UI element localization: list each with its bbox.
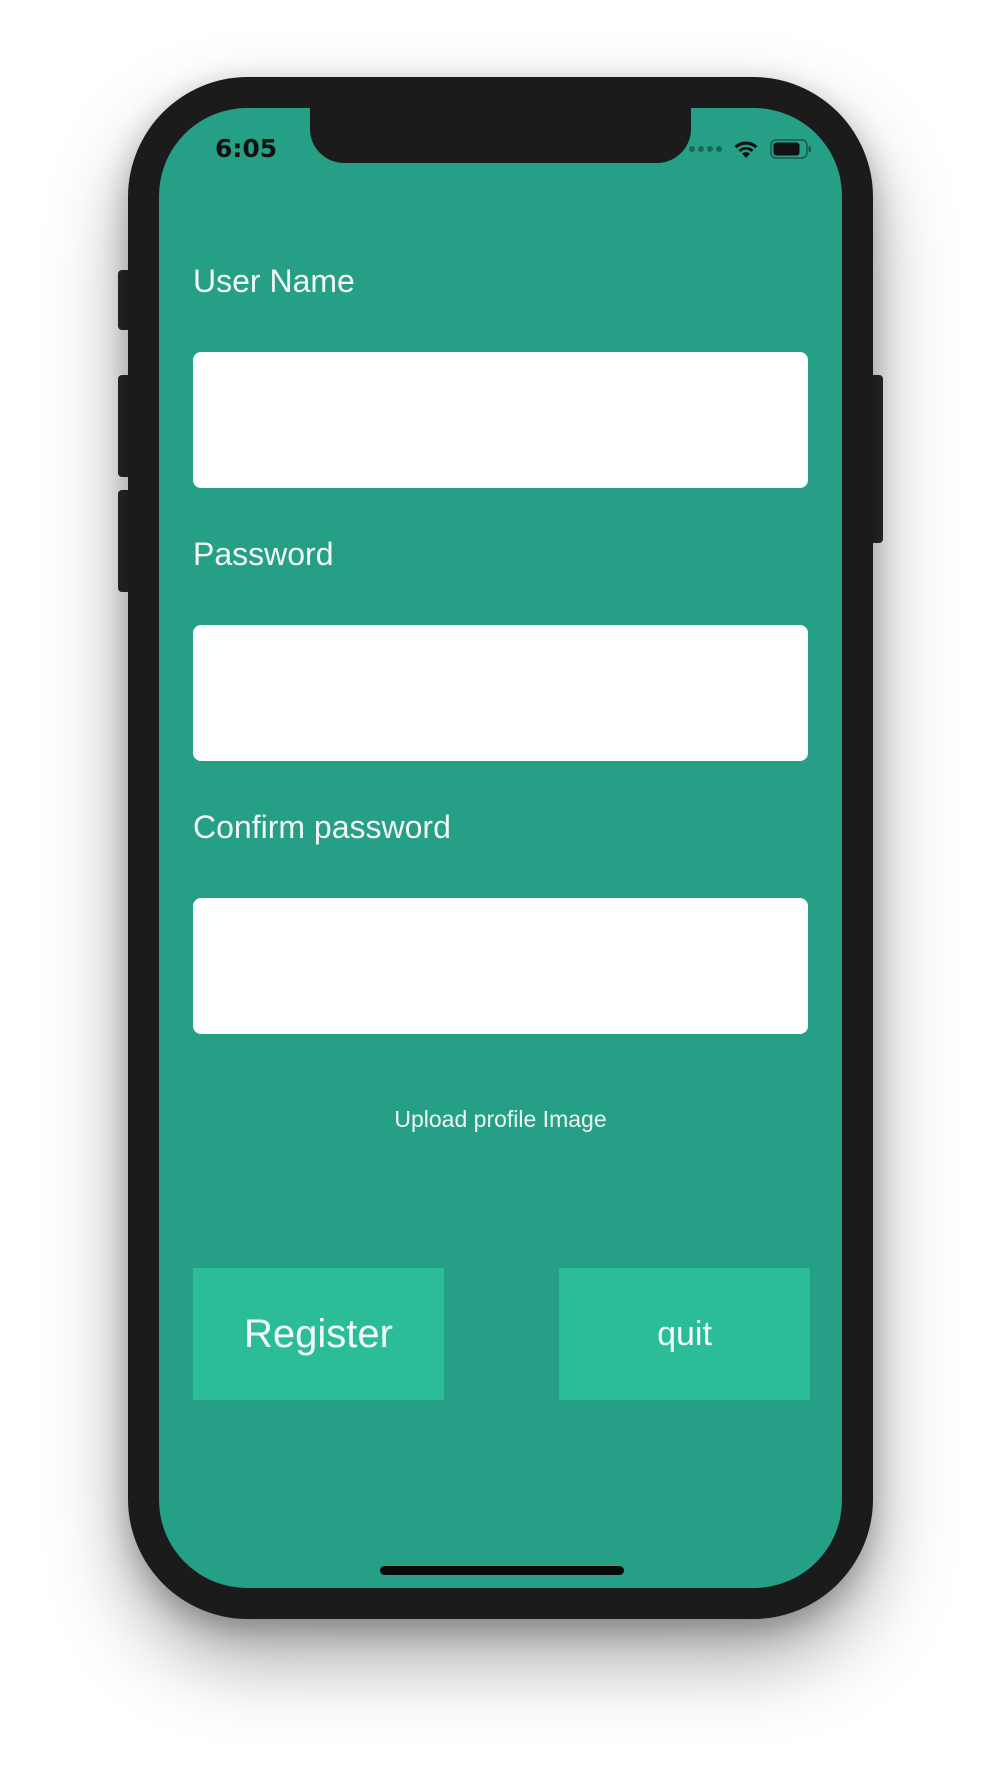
signal-icon xyxy=(689,146,722,152)
username-input[interactable] xyxy=(193,352,808,488)
wifi-icon xyxy=(732,138,760,160)
home-indicator[interactable] xyxy=(380,1566,624,1575)
battery-icon xyxy=(770,139,812,159)
password-input[interactable] xyxy=(193,625,808,761)
quit-button[interactable]: quit xyxy=(559,1268,810,1400)
upload-profile-image-button[interactable]: Upload profile Image xyxy=(159,1106,842,1133)
notch xyxy=(310,108,691,163)
status-time: 6:05 xyxy=(215,134,278,163)
password-label: Password xyxy=(193,536,334,572)
register-button[interactable]: Register xyxy=(193,1268,444,1400)
confirm-password-input[interactable] xyxy=(193,898,808,1034)
confirm-password-label: Confirm password xyxy=(193,809,451,845)
username-label: User Name xyxy=(193,263,355,299)
status-icons xyxy=(689,138,812,160)
app-screen: 6:05 User Name Password Confirm password… xyxy=(159,108,842,1588)
